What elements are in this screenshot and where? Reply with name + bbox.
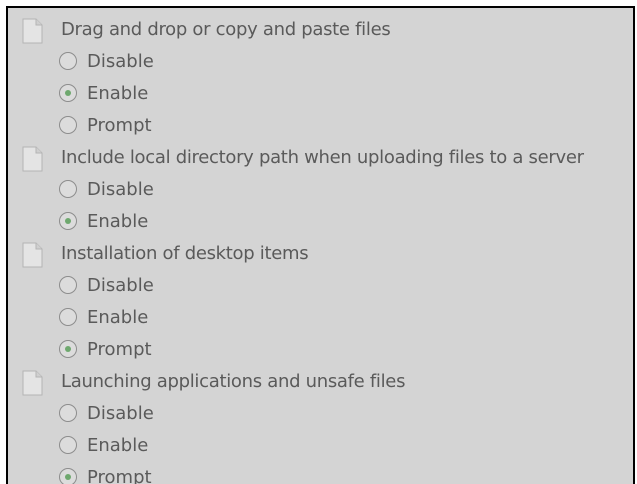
radio-button[interactable]	[59, 404, 77, 422]
option-label: Disable	[87, 275, 154, 296]
radio-button[interactable]	[59, 276, 77, 294]
option-label: Enable	[87, 211, 149, 232]
document-icon	[22, 370, 43, 396]
option-label: Prompt	[87, 467, 152, 484]
document-icon	[22, 146, 43, 172]
radio-button[interactable]	[59, 436, 77, 454]
document-icon	[22, 242, 43, 268]
radio-button-selected[interactable]	[59, 212, 77, 230]
option-label: Enable	[87, 435, 149, 456]
option-label: Disable	[87, 403, 154, 424]
radio-button[interactable]	[59, 52, 77, 70]
radio-button-selected[interactable]	[59, 340, 77, 358]
option-label: Prompt	[87, 115, 152, 136]
setting-label: Launching applications and unsafe files	[61, 371, 406, 392]
security-settings-list: Drag and drop or copy and paste files Di…	[6, 6, 635, 484]
option-label: Disable	[87, 51, 154, 72]
radio-button-selected[interactable]	[59, 84, 77, 102]
radio-button-selected[interactable]	[59, 468, 77, 484]
radio-button[interactable]	[59, 180, 77, 198]
document-icon	[22, 18, 43, 44]
option-label: Disable	[87, 179, 154, 200]
option-label: Enable	[87, 83, 149, 104]
setting-label: Drag and drop or copy and paste files	[61, 19, 391, 40]
radio-button[interactable]	[59, 116, 77, 134]
option-label: Enable	[87, 307, 149, 328]
radio-button[interactable]	[59, 308, 77, 326]
setting-label: Installation of desktop items	[61, 243, 309, 264]
setting-label: Include local directory path when upload…	[61, 147, 584, 168]
option-label: Prompt	[87, 339, 152, 360]
